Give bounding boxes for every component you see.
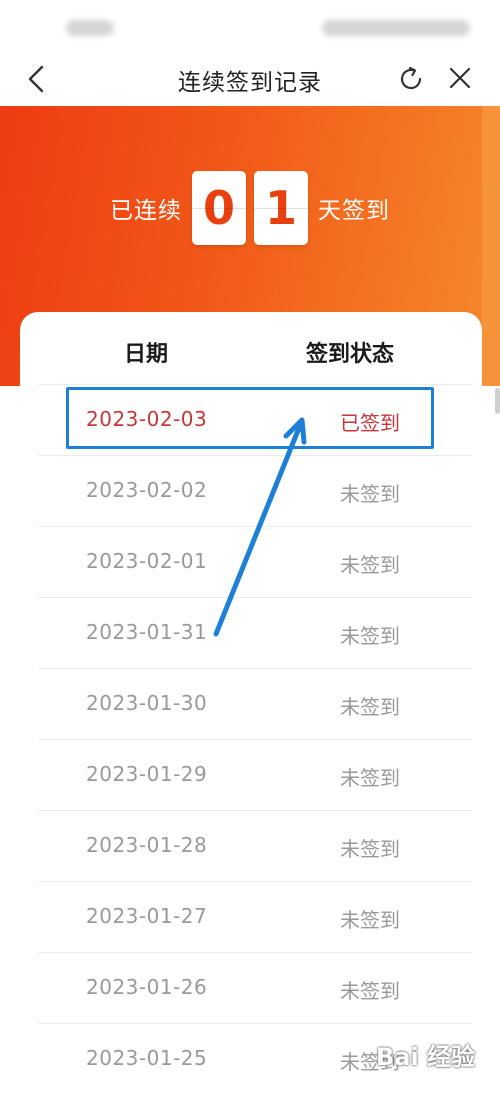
row-status: 未签到 <box>340 482 400 506</box>
streak-digit-tens: 0 <box>192 171 246 245</box>
nav-bar: 连续签到记录 <box>0 52 500 106</box>
streak-digits: 0 1 <box>188 171 312 245</box>
annotation-highlight-box <box>66 387 434 449</box>
row-date: 2023-02-01 <box>86 549 208 573</box>
row-status: 未签到 <box>340 553 400 577</box>
streak-suffix: 天签到 <box>318 198 390 224</box>
table-row: 2023-02-01 未签到 <box>38 526 472 597</box>
row-date: 2023-01-25 <box>86 1046 208 1070</box>
streak-counter: 已连续 0 1 天签到 <box>0 168 500 248</box>
row-date: 2023-01-30 <box>86 691 208 715</box>
status-time-blurred <box>66 20 114 36</box>
records-list: 2023-02-03 已签到 2023-02-02 未签到 2023-02-01… <box>38 384 472 1094</box>
row-date: 2023-01-26 <box>86 975 208 999</box>
table-header: 日期 签到状态 <box>20 312 482 384</box>
streak-prefix: 已连续 <box>110 198 182 224</box>
table-row: 2023-01-30 未签到 <box>38 668 472 739</box>
refresh-icon[interactable] <box>396 64 426 94</box>
table-row: 2023-02-02 未签到 <box>38 455 472 526</box>
table-row: 2023-01-28 未签到 <box>38 810 472 881</box>
header-date: 日期 <box>124 342 169 367</box>
status-bar <box>0 0 500 52</box>
row-date: 2023-01-27 <box>86 904 208 928</box>
table-row: 2023-01-29 未签到 <box>38 739 472 810</box>
table-row: 2023-01-31 未签到 <box>38 597 472 668</box>
watermark: Bai 经验 <box>376 1042 476 1071</box>
row-date: 2023-02-02 <box>86 478 208 502</box>
status-icons-blurred <box>322 20 470 36</box>
row-date: 2023-01-28 <box>86 833 208 857</box>
table-row: 2023-01-27 未签到 <box>38 881 472 952</box>
row-date: 2023-01-29 <box>86 762 208 786</box>
row-status: 未签到 <box>340 766 400 790</box>
table-row: 2023-01-26 未签到 <box>38 952 472 1023</box>
scrollbar[interactable] <box>495 388 500 414</box>
row-status: 未签到 <box>340 979 400 1003</box>
row-status: 未签到 <box>340 624 400 648</box>
header-status: 签到状态 <box>306 342 395 367</box>
close-icon[interactable] <box>446 64 474 92</box>
row-status: 未签到 <box>340 837 400 861</box>
streak-digit-ones: 1 <box>254 171 308 245</box>
row-status: 未签到 <box>340 908 400 932</box>
row-date: 2023-01-31 <box>86 620 208 644</box>
row-status: 未签到 <box>340 695 400 719</box>
